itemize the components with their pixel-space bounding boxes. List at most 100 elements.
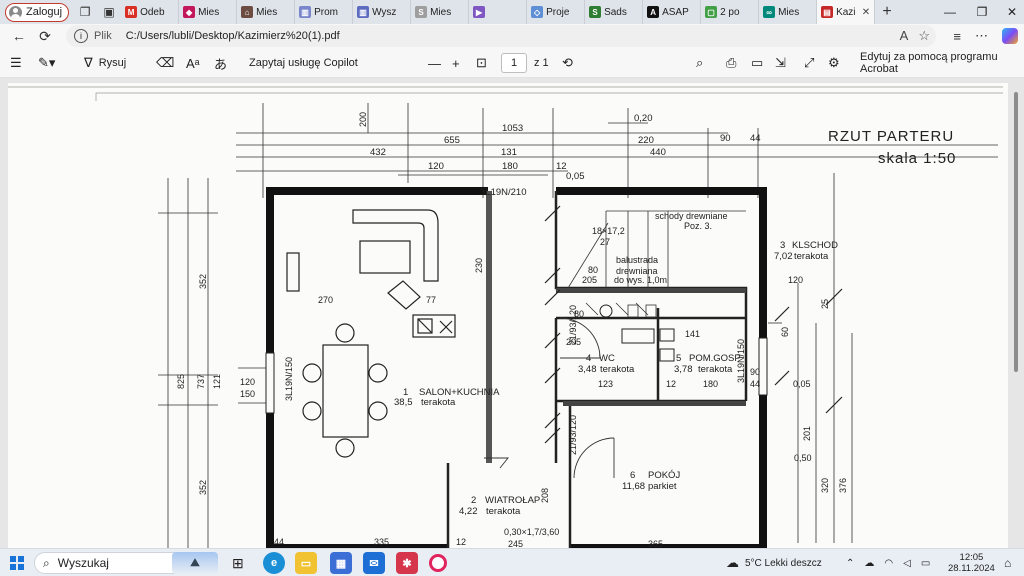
dim-label: 655: [444, 135, 460, 146]
room-area: 38,5: [394, 397, 413, 408]
print-icon[interactable]: ⎙: [726, 48, 736, 78]
room-floor: terakota: [794, 251, 829, 262]
dim-label: 12: [556, 161, 567, 172]
clock[interactable]: 12:05 28.11.2024: [948, 549, 995, 576]
read-aloud-icon[interactable]: A: [900, 28, 909, 44]
eraser-icon[interactable]: ⌫: [156, 48, 174, 78]
network-icon[interactable]: ☁: [864, 558, 874, 569]
info-icon[interactable]: i: [74, 29, 88, 43]
profile-button[interactable]: Zaloguj: [5, 2, 70, 22]
browser-tab[interactable]: M Odeb: [121, 0, 180, 24]
notifications-icon[interactable]: ⌂: [1004, 549, 1011, 576]
browser-tab[interactable]: ◆ Mies: [179, 0, 238, 24]
highlight-icon[interactable]: ✎▾: [38, 48, 55, 78]
settings-icon[interactable]: ⚙: [828, 48, 840, 78]
clock-time: 12:05: [959, 552, 984, 563]
gift-app-icon[interactable]: ✱: [396, 549, 418, 576]
search-highlight-icon[interactable]: ⛰: [172, 549, 218, 576]
wifi-icon[interactable]: ◠: [884, 558, 893, 569]
save-icon[interactable]: ▭: [751, 48, 763, 78]
taskbar-search[interactable]: ⌕ Wyszukaj: [34, 549, 194, 576]
rotate-icon[interactable]: ⟲: [562, 48, 573, 78]
dim-label: 80: [588, 265, 598, 275]
dim-label: 365: [648, 539, 663, 548]
start-button[interactable]: [10, 549, 24, 576]
browser-tab[interactable]: ⌂ Mies: [237, 0, 296, 24]
tab-favicon-icon: ▢: [705, 6, 718, 18]
page-total: z 1: [534, 57, 549, 69]
browser-tab[interactable]: ▥ Wysz: [353, 0, 412, 24]
workspaces-icon[interactable]: ❐: [73, 0, 97, 24]
new-tab-icon[interactable]: +: [875, 0, 899, 24]
draw-button[interactable]: ∇ Rysuj: [84, 48, 126, 78]
favorite-star-icon[interactable]: ☆: [918, 28, 930, 44]
plan-title: RZUT PARTERU: [828, 128, 954, 145]
extensions-icon[interactable]: ⋯: [975, 28, 988, 44]
read-aloud-icon[interactable]: Aᵃ: [186, 48, 200, 78]
tray-overflow-icon[interactable]: ⌃: [846, 558, 854, 569]
search-icon[interactable]: ⌕: [696, 48, 703, 78]
browser-tab[interactable]: ▢ 2 po: [701, 0, 760, 24]
edit-in-acrobat-button[interactable]: Edytuj za pomocą programu Acrobat: [860, 48, 1024, 78]
translate-icon[interactable]: あ: [214, 48, 227, 78]
dim-label: 120: [428, 161, 444, 172]
back-icon[interactable]: ←: [6, 24, 32, 48]
opera-icon[interactable]: [429, 549, 447, 576]
mail-icon[interactable]: ✉: [363, 549, 385, 576]
tab-close-icon[interactable]: ✕: [862, 7, 870, 18]
ask-copilot-button[interactable]: Zapytaj usługę Copilot: [249, 48, 358, 78]
widgets-icon[interactable]: ⊞: [232, 549, 244, 576]
battery-icon[interactable]: ▭: [921, 558, 930, 569]
plan-scale: skala 1:50: [878, 150, 956, 167]
vertical-scrollbar[interactable]: [1014, 92, 1018, 372]
edit-acrobat-label: Edytuj za pomocą programu Acrobat: [860, 51, 998, 75]
browser-tab[interactable]: S Sads: [585, 0, 644, 24]
collections-icon[interactable]: ≡: [953, 29, 961, 44]
contents-icon[interactable]: ☰: [10, 48, 22, 78]
weather-widget[interactable]: ☁ 5°C Lekki deszcz: [726, 549, 822, 576]
pdf-viewer[interactable]: RZUT PARTERU skala 1:50 0,20 1053 200 65…: [0, 78, 1024, 548]
browser-tab[interactable]: ▥ Prom: [295, 0, 354, 24]
dim-label: 352: [198, 274, 208, 289]
page-current[interactable]: 1: [501, 53, 527, 73]
zoom-out-icon[interactable]: —: [428, 48, 441, 78]
file-explorer-icon[interactable]: ▭: [295, 549, 317, 576]
dim-label: 432: [370, 147, 386, 158]
tab-actions-icon[interactable]: ▣: [97, 0, 121, 24]
store-icon[interactable]: ▦: [330, 549, 352, 576]
taskbar: ⌕ Wyszukaj ⛰ ⊞ e ▭ ▦ ✉ ✱ ☁ 5°C Lekki des…: [0, 548, 1024, 576]
draw-icon: ∇: [84, 55, 93, 70]
dim-label: 44: [274, 537, 284, 547]
avatar-icon: [9, 5, 22, 19]
dim-label: 3L19N/210: [480, 187, 526, 198]
tab-favicon-icon: A: [647, 6, 660, 18]
volume-icon[interactable]: ◁: [903, 558, 911, 569]
page-number-field[interactable]: 1: [501, 48, 527, 78]
dim-label: 208: [540, 488, 550, 503]
room-number: 3: [780, 240, 785, 251]
refresh-icon[interactable]: ⟳: [32, 24, 58, 48]
save-as-icon[interactable]: ⇲: [775, 48, 786, 78]
browser-tab[interactable]: ▤ Kazi ✕: [817, 0, 876, 24]
room-number: 6: [630, 470, 635, 481]
fit-page-icon[interactable]: ⊡: [476, 48, 487, 78]
fullscreen-icon[interactable]: ⤢: [804, 48, 814, 78]
edge-app-icon[interactable]: e: [263, 549, 285, 576]
room-floor: terakota: [698, 364, 733, 375]
address-input[interactable]: i Plik C:/Users/lubli/Desktop/Kazimierz%…: [66, 25, 936, 47]
room-number: 4: [586, 353, 591, 364]
clock-date: 28.11.2024: [948, 563, 995, 574]
zoom-in-icon[interactable]: +: [452, 48, 460, 78]
dim-label: 0,30×1,7/3,60: [504, 527, 559, 537]
tab-label: Proje: [546, 6, 570, 18]
dim-label: 352: [198, 480, 208, 495]
room-floor: terakota: [600, 364, 635, 375]
close-window-icon[interactable]: ✕: [992, 0, 1024, 24]
browser-tab[interactable]: ▶: [469, 0, 528, 24]
browser-tab[interactable]: A ASAP: [643, 0, 702, 24]
copilot-icon[interactable]: [1002, 28, 1018, 44]
url-scheme: Plik: [94, 30, 112, 42]
browser-tab[interactable]: S Mies: [411, 0, 470, 24]
browser-tab[interactable]: ∞ Mies: [759, 0, 818, 24]
browser-tab[interactable]: ◇ Proje: [527, 0, 586, 24]
